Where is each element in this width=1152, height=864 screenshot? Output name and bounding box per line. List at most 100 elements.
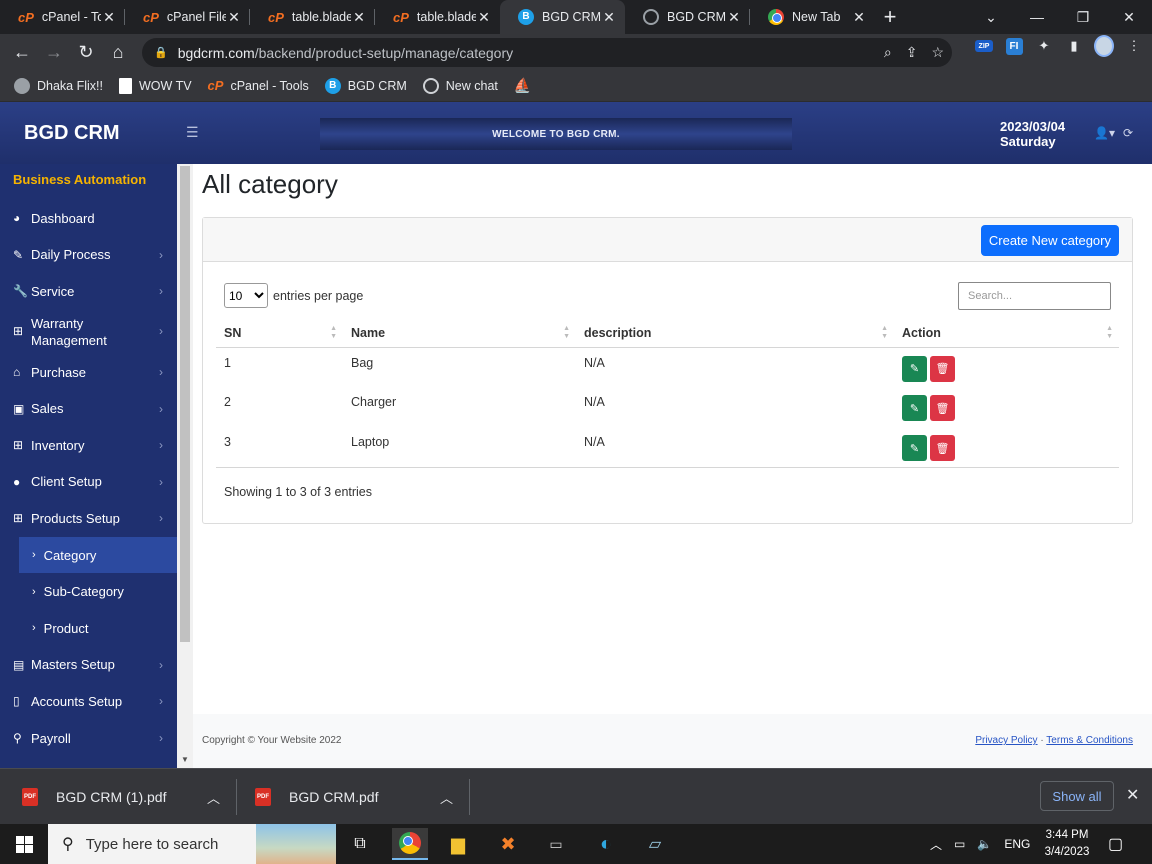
task-view-icon[interactable]: ⧉ [342,828,378,860]
browser-tab-active[interactable]: B BGD CRM ✕ [500,0,625,34]
home-icon[interactable]: ⌂ [102,36,134,68]
restore-icon[interactable]: ❐ [1060,0,1106,34]
taskbar-clock[interactable]: 3:44 PM 3/4/2023 [1040,827,1094,861]
bookmark-item[interactable]: ⛵ [514,77,531,94]
chevron-up-icon[interactable]: ︿ [930,836,942,853]
cell-name: Bag [351,355,374,370]
sidebar-scrollbar[interactable]: ▼ [177,164,193,768]
edit-button[interactable]: ✎ [902,355,927,382]
taskbar-search[interactable]: ⚲ Type here to search [48,824,336,864]
windows-start-icon[interactable] [0,824,48,864]
bookmark-label: New chat [445,78,498,93]
download-item[interactable]: PDF BGD CRM.pdf ︿ [255,769,453,825]
menu-kebab-icon[interactable]: ⋮ [1124,36,1144,56]
chevron-up-icon[interactable]: ︿ [440,788,453,807]
column-header-description[interactable]: description ▲ ▼ [576,319,894,348]
scrollbar-thumb[interactable] [180,166,190,642]
browser-tab[interactable]: cP cPanel File Manager✕ [125,0,250,34]
column-header-sn[interactable]: SN ▲ ▼ [216,319,343,348]
notepad-icon[interactable]: ▱ [637,828,673,860]
browser-tab[interactable]: cP table.blade.php✕ [250,0,375,34]
edit-button[interactable]: ✎ [902,395,927,421]
close-tab-icon[interactable]: ✕ [101,9,117,26]
sidebar-item-client-setup[interactable]: ● Client Setup › [0,464,177,501]
close-downloads-icon[interactable]: ✕ [1126,785,1139,805]
back-icon[interactable]: ← [6,36,38,68]
privacy-policy-link[interactable]: Privacy Policy [975,735,1037,746]
address-bar[interactable]: 🔒 bgdcrm.com/backend/product-setup/manag… [142,38,952,67]
edge-icon[interactable]: ◐ [588,828,624,860]
forward-icon[interactable]: → [38,36,70,68]
sidebar-item-warranty-management[interactable]: ⊞ Warranty Management › [0,310,177,354]
volume-muted-icon[interactable]: 🔈 [977,837,992,851]
language-indicator[interactable]: ENG [1004,837,1030,851]
bookmark-item[interactable]: WOW TV [119,77,192,94]
minimize-icon[interactable]: — [1014,0,1060,34]
brand-logo[interactable]: BGD CRM [0,122,177,145]
bookmark-item[interactable]: Dhaka Flix!! [14,77,103,94]
chevron-up-icon[interactable]: ︿ [207,788,220,807]
puzzle-icon[interactable]: ✦ [1034,36,1054,56]
terms-link[interactable]: Terms & Conditions [1046,735,1133,746]
user-menu-icon[interactable]: 👤▾ [1094,126,1115,140]
sidebar-item-accounts-setup[interactable]: ▯ Accounts Setup › [0,683,177,720]
bookmark-item[interactable]: New chat [422,77,498,94]
edit-button[interactable]: ✎ [902,435,927,461]
sidebar-subitem-category[interactable]: › Category [19,536,177,574]
delete-button[interactable]: 🗑 [930,395,955,421]
close-tab-icon[interactable]: ✕ [351,9,367,26]
tab-search-icon[interactable]: ⌄ [968,0,1014,34]
browser-tab[interactable]: BGD CRM (✕ [625,0,750,34]
create-category-button[interactable]: Create New category [980,225,1119,256]
profile-avatar[interactable] [1094,35,1114,57]
column-header-action[interactable]: Action ▲ ▼ [894,319,1119,348]
browser-tab[interactable]: cP cPanel - Tools✕ [0,0,125,34]
close-window-icon[interactable]: ✕ [1106,0,1152,34]
notification-icon[interactable]: ▢ [1108,834,1123,854]
terminal-icon[interactable]: ▭ [538,828,574,860]
close-tab-icon[interactable]: ✕ [726,9,742,26]
side-panel-icon[interactable]: ▮ [1064,36,1084,56]
bookmark-item[interactable]: cP cPanel - Tools [208,78,309,93]
close-tab-icon[interactable]: ✕ [601,9,617,26]
zip-extension-icon[interactable]: ZIP [974,36,994,56]
share-icon[interactable]: ⇪ [906,44,918,61]
sidebar-item-purchase[interactable]: ⌂ Purchase › [0,354,177,391]
show-all-button[interactable]: Show all [1040,781,1114,811]
browser-tab[interactable]: New Tab ✕ [750,0,875,34]
network-icon[interactable]: ▭ [954,837,965,851]
bookmark-item[interactable]: B BGD CRM [324,77,407,94]
sidebar-item-masters-setup[interactable]: ▤ Masters Setup › [0,647,177,684]
sidebar-subitem-sub-category[interactable]: › Sub-Category [0,573,177,610]
download-item[interactable]: PDF BGD CRM (1).pdf ︿ [22,769,220,825]
chrome-taskbar-icon[interactable] [392,828,428,860]
close-tab-icon[interactable]: ✕ [476,9,492,26]
refresh-icon[interactable]: ⟳ [1123,126,1133,140]
delete-button[interactable]: 🗑 [930,355,955,382]
fi-extension-icon[interactable]: FI [1004,36,1024,56]
hamburger-icon[interactable]: ☰ [186,124,199,141]
entries-select[interactable]: 10 [224,283,268,308]
reload-icon[interactable]: ↻ [70,36,102,68]
new-tab-button[interactable]: + [875,0,905,34]
file-explorer-icon[interactable]: ▆ [440,828,476,860]
scroll-down-arrow-icon[interactable]: ▼ [181,755,189,764]
sidebar-item-daily-process[interactable]: ✎ Daily Process › [0,237,177,274]
sidebar-subitem-product[interactable]: › Product [0,610,177,647]
zoom-icon[interactable]: ⌕ [884,44,892,61]
xampp-icon[interactable]: ✖ [490,828,526,860]
search-input[interactable] [958,282,1111,310]
sidebar-item-dashboard[interactable]: ◕ Dashboard [0,200,177,237]
close-tab-icon[interactable]: ✕ [226,9,242,26]
sidebar-item-products-setup[interactable]: ⊞ Products Setup › [0,500,177,537]
delete-button[interactable]: 🗑 [930,435,955,461]
sidebar-item-sales[interactable]: ▣ Sales › [0,390,177,427]
browser-tab[interactable]: cP table.blade.php✕ [375,0,500,34]
sidebar-item-payroll[interactable]: ⚲ Payroll › [0,720,177,757]
column-header-name[interactable]: Name ▲ ▼ [343,319,576,348]
sidebar-item-service[interactable]: 🔧 Service › [0,273,177,310]
search-icon: ⚲ [62,836,74,853]
bookmark-star-icon[interactable]: ☆ [931,44,944,61]
sidebar-item-inventory[interactable]: ⊞ Inventory › [0,427,177,464]
close-tab-icon[interactable]: ✕ [851,9,867,26]
